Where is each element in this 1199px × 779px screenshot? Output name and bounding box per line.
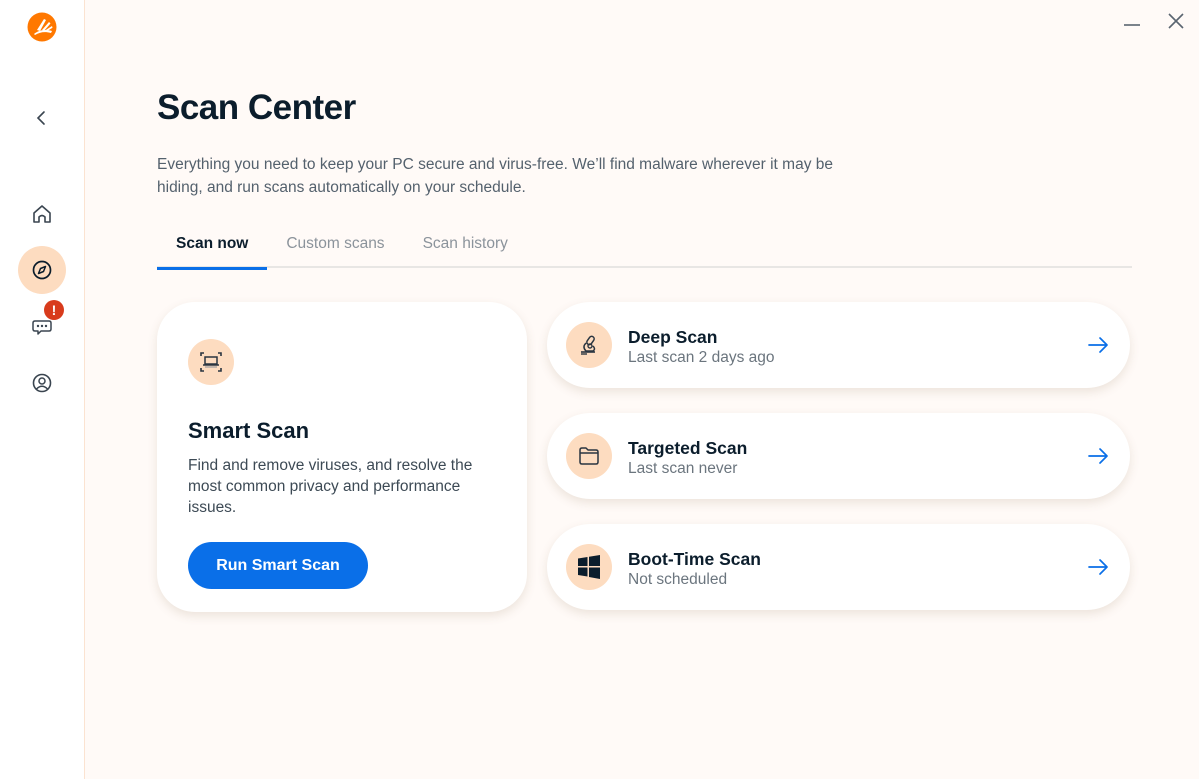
page-subtitle: Everything you need to keep your PC secu… — [157, 156, 833, 196]
sidebar-item-home[interactable] — [18, 190, 66, 238]
compass-icon — [32, 260, 52, 280]
tab-bar: Scan now Custom scans Scan history — [157, 232, 1132, 270]
close-button[interactable] — [1163, 8, 1189, 34]
page-title: Scan Center — [157, 88, 356, 127]
home-icon — [33, 205, 51, 223]
chevron-left-icon — [36, 111, 45, 125]
folder-icon — [579, 447, 599, 465]
tab-custom-scans[interactable]: Custom scans — [267, 232, 403, 268]
avast-logo-icon — [27, 12, 57, 42]
sidebar-item-account[interactable] — [18, 359, 66, 407]
arrow-right-icon — [1088, 448, 1108, 464]
smart-scan-icon-circle — [188, 339, 234, 385]
targeted-scan-title: Targeted Scan — [628, 438, 748, 458]
window-controls — [1119, 8, 1189, 34]
arrow-right-icon — [1088, 337, 1108, 353]
laptop-scan-icon — [200, 352, 222, 372]
close-icon — [1168, 13, 1184, 29]
notification-badge: ! — [44, 300, 64, 320]
targeted-scan-row[interactable]: Targeted Scan Last scan never — [547, 413, 1130, 499]
sidebar-item-messages[interactable]: ! — [18, 300, 66, 350]
boot-time-scan-icon-circle — [566, 544, 612, 590]
deep-scan-title: Deep Scan — [628, 327, 718, 347]
tab-scan-now[interactable]: Scan now — [157, 232, 268, 270]
boot-time-scan-row[interactable]: Boot-Time Scan Not scheduled — [547, 524, 1130, 610]
smart-scan-title: Smart Scan — [188, 418, 310, 443]
arrow-right-icon — [1088, 559, 1108, 575]
tab-scan-history[interactable]: Scan history — [404, 232, 527, 268]
sidebar-item-explore[interactable] — [18, 246, 66, 294]
deep-scan-row[interactable]: Deep Scan Last scan 2 days ago — [547, 302, 1130, 388]
minimize-button[interactable] — [1119, 8, 1145, 34]
deep-scan-icon-circle — [566, 322, 612, 368]
smart-scan-description: Find and remove viruses, and resolve the… — [188, 457, 473, 516]
microscope-icon — [581, 335, 596, 355]
targeted-scan-icon-circle — [566, 433, 612, 479]
minimize-icon — [1124, 24, 1140, 26]
user-icon — [32, 373, 52, 393]
sidebar: ! — [0, 0, 85, 779]
run-smart-scan-button[interactable]: Run Smart Scan — [188, 542, 368, 589]
targeted-scan-status: Last scan never — [628, 460, 738, 477]
boot-time-scan-title: Boot-Time Scan — [628, 549, 761, 569]
back-button[interactable] — [30, 106, 54, 130]
boot-time-scan-status: Not scheduled — [628, 571, 728, 588]
deep-scan-status: Last scan 2 days ago — [628, 349, 775, 366]
smart-scan-card: Smart Scan Find and remove viruses, and … — [157, 302, 527, 612]
windows-icon — [578, 555, 600, 579]
